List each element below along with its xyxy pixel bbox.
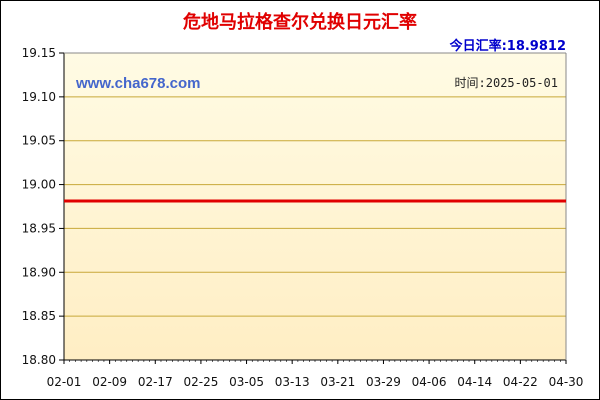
y-tick-label: 18.85 xyxy=(22,309,56,323)
x-tick-label: 03-21 xyxy=(320,375,355,389)
chart-svg: 19.15 19.10 19.05 19.00 18.95 18.90 18.85 18.80… xyxy=(22,46,584,389)
x-tick-label: 04-06 xyxy=(412,375,447,389)
y-tick-label: 19.10 xyxy=(22,90,56,104)
x-tick-label: 04-22 xyxy=(503,375,538,389)
plot-area xyxy=(64,53,566,360)
watermark-text: www.cha678.com xyxy=(76,75,201,92)
y-tick-label: 19.05 xyxy=(22,134,56,148)
y-tick-label: 18.90 xyxy=(22,265,56,279)
x-tick-label: 04-14 xyxy=(457,375,492,389)
date-label: 时间:2025-05-01 xyxy=(454,76,558,90)
x-tick-label: 03-05 xyxy=(229,375,264,389)
x-tick-label: 03-29 xyxy=(366,375,401,389)
x-tick-label: 02-09 xyxy=(92,375,127,389)
x-tick-label: 04-30 xyxy=(549,375,584,389)
x-tick-label: 02-25 xyxy=(183,375,218,389)
x-tick-label: 03-13 xyxy=(275,375,310,389)
x-tick-label: 02-17 xyxy=(138,375,173,389)
x-tick-label: 02-01 xyxy=(47,375,82,389)
y-tick-label: 19.15 xyxy=(22,46,56,60)
y-tick-label: 19.00 xyxy=(22,178,56,192)
y-tick-label: 18.80 xyxy=(22,353,56,367)
y-tick-label: 18.95 xyxy=(22,221,56,235)
